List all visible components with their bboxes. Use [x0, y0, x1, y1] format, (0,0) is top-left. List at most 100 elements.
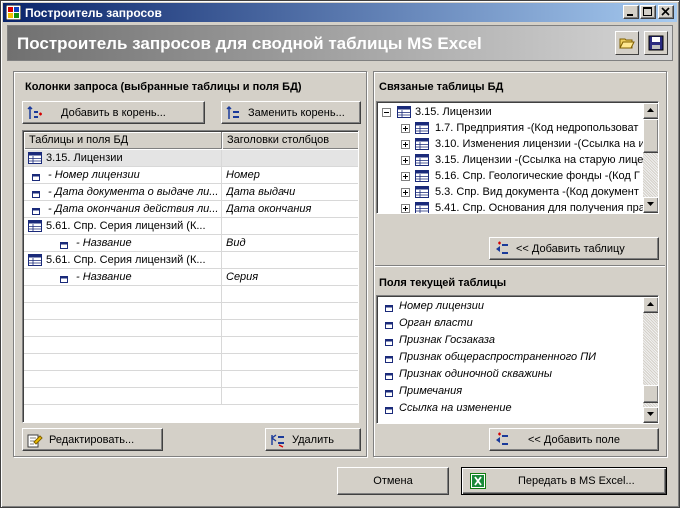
tree-item[interactable]: 5.41. Спр. Основания для получения пра: [377, 200, 645, 213]
grid-cell-header[interactable]: Дата выдачи: [226, 184, 357, 200]
table-row[interactable]: [24, 371, 358, 388]
grid-cell-header[interactable]: Дата окончания: [226, 201, 357, 217]
add-field-icon: [496, 432, 508, 445]
header-band: Построитель запросов для сводной таблицы…: [7, 25, 673, 61]
list-item[interactable]: Признак общераспространенного ПИ: [381, 349, 639, 366]
grid-cell-field[interactable]: 3.15. Лицензии: [24, 150, 222, 166]
add-field-button[interactable]: << Добавить поле: [489, 428, 659, 451]
table-row[interactable]: [24, 303, 358, 320]
cancel-button[interactable]: Отмена: [337, 467, 449, 495]
list-item[interactable]: Примечания: [381, 383, 639, 400]
save-button[interactable]: [644, 31, 668, 55]
table-row[interactable]: - Название Серия: [24, 269, 358, 286]
table-row[interactable]: [24, 388, 358, 405]
scroll-down-button[interactable]: [643, 197, 658, 213]
title-bar[interactable]: Построитель запросов: [3, 3, 677, 22]
grid-cell-field[interactable]: - Номер лицензии: [24, 167, 222, 183]
expand-icon[interactable]: [401, 172, 410, 181]
table-row[interactable]: - Дата окончания действия ли... Дата окон…: [24, 201, 358, 218]
delete-button[interactable]: Удалить: [265, 428, 361, 451]
expand-icon[interactable]: [401, 124, 410, 133]
scroll-thumb[interactable]: [643, 385, 658, 403]
send-to-excel-button[interactable]: Передать в MS Excel...: [461, 467, 667, 495]
tree-item[interactable]: 1.7. Предприятия -(Код недропользоват: [377, 120, 642, 136]
grid-cell-field[interactable]: [24, 337, 222, 353]
grid-cell-field[interactable]: [24, 286, 222, 302]
grid-cell-header[interactable]: [226, 371, 357, 387]
maximize-icon: [643, 7, 652, 16]
tree-item[interactable]: 3.15. Лицензии -(Ссылка на старую лице: [377, 152, 643, 168]
table-row[interactable]: - Название Вид: [24, 235, 358, 252]
replace-root-button[interactable]: Заменить корень...: [221, 101, 361, 124]
tree-item[interactable]: 3.10. Изменения лицензии -(Ссылка на из: [377, 136, 650, 152]
expand-icon[interactable]: [401, 140, 410, 149]
edit-button[interactable]: Редактировать...: [22, 428, 163, 451]
close-button[interactable]: [658, 5, 674, 19]
grid-header: Таблицы и поля БД Заголовки столбцов: [24, 132, 358, 149]
grid-cell-header[interactable]: [226, 303, 357, 319]
grid-cell-header[interactable]: [226, 320, 357, 336]
expand-icon[interactable]: [401, 204, 410, 213]
grid-cell-field[interactable]: [24, 320, 222, 336]
grid-cell-header[interactable]: Вид: [226, 235, 357, 251]
grid-cell-header[interactable]: [226, 150, 357, 166]
grid-cell-header[interactable]: Номер: [226, 167, 357, 183]
add-table-button[interactable]: << Добавить таблицу: [489, 237, 659, 260]
list-item[interactable]: Ссылка на изменение: [381, 400, 639, 417]
scroll-down-button[interactable]: [643, 407, 658, 423]
tree-item[interactable]: 3.15. Лицензии: [377, 104, 642, 120]
table-icon: [397, 106, 411, 121]
tree-vertical-scrollbar[interactable]: [643, 103, 658, 213]
query-columns-grid[interactable]: Таблицы и поля БД Заголовки столбцов 3.1…: [22, 130, 359, 423]
grid-cell-header[interactable]: [226, 354, 357, 370]
grid-cell-field[interactable]: [24, 303, 222, 319]
current-fields-list[interactable]: Номер лицензии Орган власти Признак Госзак…: [376, 295, 659, 424]
fields-vertical-scrollbar[interactable]: [643, 297, 658, 423]
grid-cell-header[interactable]: Серия: [226, 269, 357, 285]
grid-cell-field[interactable]: - Дата окончания действия ли...: [24, 201, 222, 217]
tree-item[interactable]: 5.16. Спр. Геологические фонды -(Код Г: [377, 168, 642, 184]
grid-cell-field[interactable]: 5.61. Спр. Серия лицензий (К...: [24, 218, 222, 234]
grid-cell-header[interactable]: [226, 337, 357, 353]
grid-column-header[interactable]: Таблицы и поля БД: [24, 132, 222, 149]
list-item[interactable]: Орган власти: [381, 315, 639, 332]
window-title: Построитель запросов: [25, 6, 162, 20]
grid-cell-field[interactable]: - Дата документа о выдаче ли...: [24, 184, 222, 200]
grid-cell-field[interactable]: [24, 388, 222, 404]
expand-icon[interactable]: [401, 156, 410, 165]
grid-cell-header[interactable]: [226, 252, 357, 268]
table-row[interactable]: [24, 320, 358, 337]
list-item[interactable]: Признак одиночной скважины: [381, 366, 639, 383]
scroll-up-button[interactable]: [643, 103, 658, 119]
tree-item[interactable]: 5.3. Спр. Вид документа -(Код документ: [377, 184, 642, 200]
grid-column-header[interactable]: Заголовки столбцов: [222, 132, 358, 149]
table-row[interactable]: [24, 286, 358, 303]
grid-cell-field[interactable]: [24, 371, 222, 387]
grid-cell-field[interactable]: - Название: [24, 269, 222, 285]
table-row[interactable]: 3.15. Лицензии: [24, 150, 358, 167]
list-item[interactable]: Признак Госзаказа: [381, 332, 639, 349]
expand-icon[interactable]: [401, 188, 410, 197]
add-to-root-button[interactable]: Добавить в корень...: [22, 101, 205, 124]
table-row[interactable]: - Дата документа о выдаче ли... Дата выда…: [24, 184, 358, 201]
grid-cell-header[interactable]: [226, 388, 357, 404]
table-row[interactable]: [24, 337, 358, 354]
field-icon: [385, 337, 393, 349]
scroll-thumb[interactable]: [643, 119, 658, 153]
list-item[interactable]: Номер лицензии: [381, 298, 639, 315]
grid-cell-header[interactable]: [226, 286, 357, 302]
minimize-button[interactable]: [623, 5, 639, 19]
table-row[interactable]: - Номер лицензии Номер: [24, 167, 358, 184]
linked-tables-tree[interactable]: 3.15. Лицензии 1.7. Предприятия -(Код нед…: [376, 101, 659, 214]
open-button[interactable]: [615, 31, 639, 55]
grid-cell-header[interactable]: [226, 218, 357, 234]
table-row[interactable]: 5.61. Спр. Серия лицензий (К...: [24, 252, 358, 269]
table-row[interactable]: 5.61. Спр. Серия лицензий (К...: [24, 218, 358, 235]
collapse-icon[interactable]: [382, 108, 391, 117]
maximize-button[interactable]: [640, 5, 656, 19]
grid-cell-field[interactable]: - Название: [24, 235, 222, 251]
table-row[interactable]: [24, 354, 358, 371]
grid-cell-field[interactable]: [24, 354, 222, 370]
scroll-up-button[interactable]: [643, 297, 658, 313]
grid-cell-field[interactable]: 5.61. Спр. Серия лицензий (К...: [24, 252, 222, 268]
